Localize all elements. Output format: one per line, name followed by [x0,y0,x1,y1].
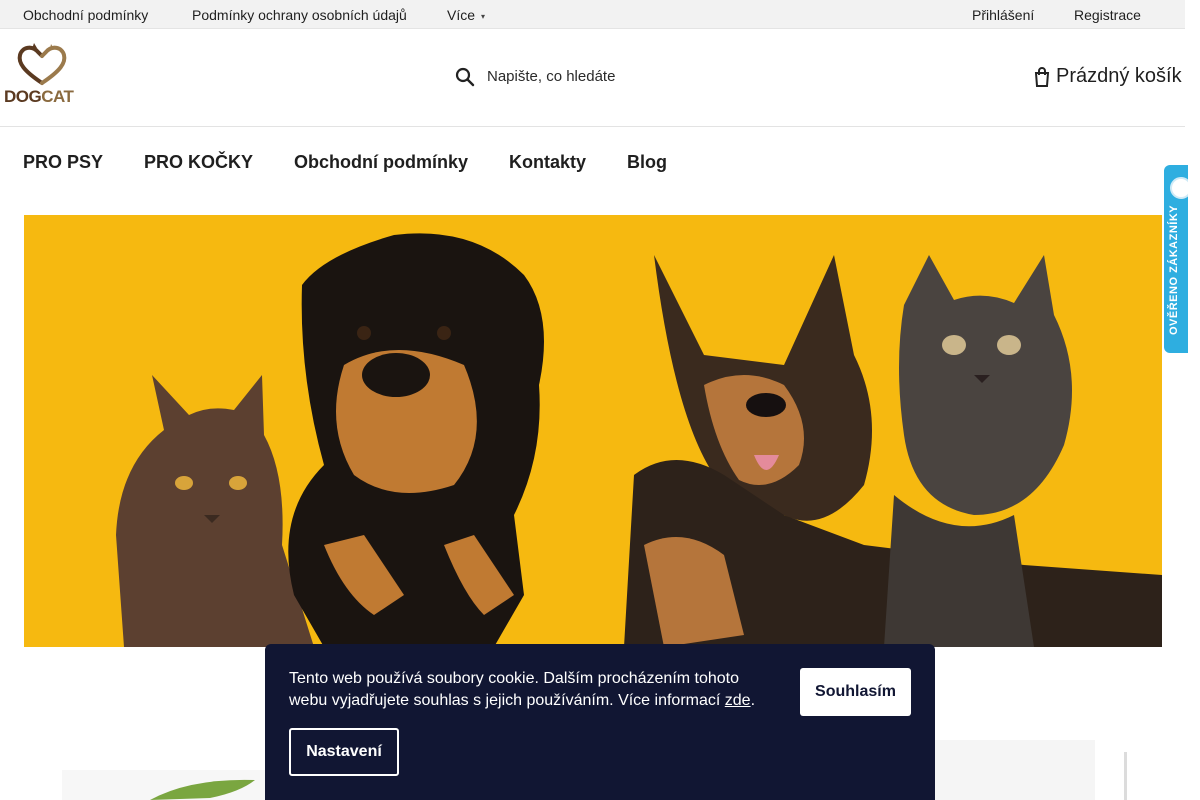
cart-icon [1034,67,1050,87]
search-box[interactable]: Napište, co hledáte [450,63,690,91]
green-toy-icon [150,779,255,800]
nav-item-blog[interactable]: Blog [627,152,667,173]
cookie-message: Tento web používá soubory cookie. Dalším… [289,668,769,712]
logo-dog-text: DOG [4,87,42,106]
cookie-message-period: . [750,692,756,709]
chevron-down-icon: ▾ [481,12,486,21]
top-link-more-label: Více [447,7,476,23]
cookie-settings-button[interactable]: Nastavení [289,728,399,776]
site-header: DOGCAT Napište, co hledáte Prázdný košík [0,29,1185,127]
cookie-agree-button[interactable]: Souhlasím [800,668,911,716]
cookie-info-link[interactable]: zde [725,692,751,709]
badge-text: OVĚŘENO ZÁKAZNÍKY [1168,205,1180,336]
nav-item-dogs[interactable]: PRO PSY [23,152,103,173]
login-link[interactable]: Přihlášení [972,7,1034,23]
main-navigation: PRO PSY PRO KOČKY Obchodní podmínky Kont… [0,127,1185,197]
site-logo[interactable]: DOGCAT [4,43,80,107]
search-placeholder[interactable]: Napište, co hledáte [487,68,615,85]
verified-seal-icon [1170,177,1188,199]
search-icon [455,67,475,87]
cookie-message-text: Tento web používá soubory cookie. Dalším… [289,670,740,709]
divider [1124,752,1127,800]
nav-item-contacts[interactable]: Kontakty [509,152,586,173]
top-link-more[interactable]: Více ▾ [447,7,485,23]
heart-dog-cat-logo-icon [17,43,67,85]
logo-cat-text: CAT [41,87,74,106]
verified-customers-badge[interactable]: OVĚŘENO ZÁKAZNÍKY [1164,165,1188,353]
nav-item-cats[interactable]: PRO KOČKY [144,152,253,173]
top-link-terms[interactable]: Obchodní podmínky [23,7,148,23]
logo-wordmark: DOGCAT [4,87,74,107]
product-image[interactable] [935,740,1095,800]
top-link-privacy[interactable]: Podmínky ochrany osobních údajů [192,7,407,23]
hero-banner[interactable] [24,215,1162,647]
top-utility-bar: Obchodní podmínky Podmínky ochrany osobn… [0,0,1185,29]
cookie-consent-bar: Tento web používá soubory cookie. Dalším… [265,644,935,800]
banner-cats-and-dogs-image [24,215,1162,647]
register-link[interactable]: Registrace [1074,7,1141,23]
nav-item-terms[interactable]: Obchodní podmínky [294,152,468,173]
cart-label: Prázdný košík [1056,65,1182,87]
